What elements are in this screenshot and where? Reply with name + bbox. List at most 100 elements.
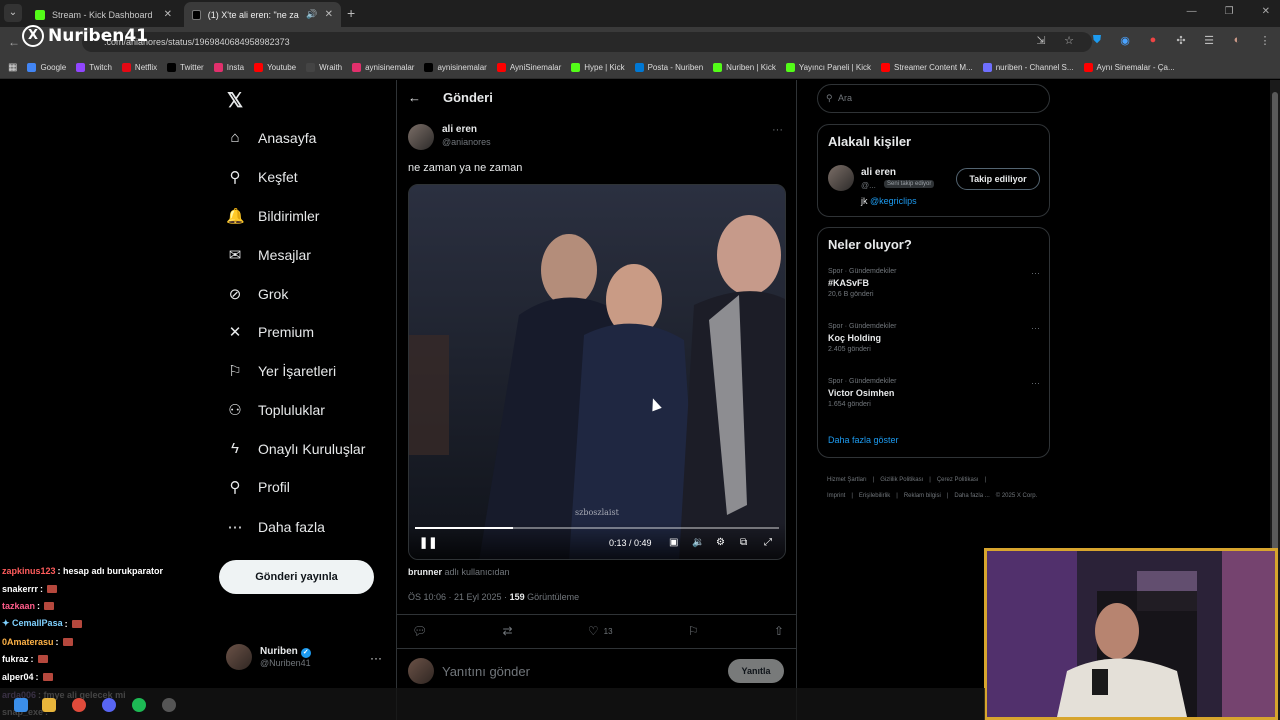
- bookmark-star-icon[interactable]: ☆: [1062, 34, 1076, 47]
- related-handle[interactable]: @...: [861, 181, 876, 190]
- post-button[interactable]: Gönderi yayınla: [219, 560, 374, 594]
- extension-red-icon[interactable]: ●: [1146, 34, 1160, 47]
- close-tab-icon[interactable]: ✕: [164, 9, 172, 20]
- apps-grid-icon[interactable]: ▦: [8, 62, 17, 73]
- bookmark-item[interactable]: Hype | Kick: [571, 63, 625, 72]
- extension-blue-icon[interactable]: ◉: [1118, 34, 1132, 47]
- shield-extension-icon[interactable]: ⛊: [1090, 34, 1104, 47]
- maximize-icon[interactable]: ❐: [1225, 6, 1234, 17]
- following-button[interactable]: Takip ediliyor: [956, 168, 1040, 190]
- bookmark-item[interactable]: Streamer Content M...: [881, 63, 973, 72]
- close-window-icon[interactable]: ✕: [1262, 6, 1270, 17]
- chat-username[interactable]: alper04: [2, 672, 34, 682]
- repost-icon[interactable]: ⇄: [503, 624, 513, 638]
- trend-item[interactable]: Spor · Gündemdekiler Victor Osimhen 1.654 …: [828, 378, 1040, 408]
- bookmark-item[interactable]: Wraith: [306, 63, 342, 72]
- browser-menu-icon[interactable]: ⋮: [1258, 34, 1272, 47]
- trend-item[interactable]: Spor · Gündemdekiler Koç Holding 2.405 gön…: [828, 323, 1040, 353]
- trend-more-icon[interactable]: ···: [1031, 378, 1040, 388]
- nav-item-daha-fazla[interactable]: ⋯ Daha fazla: [226, 518, 325, 536]
- chat-username[interactable]: snakerrr: [2, 584, 38, 594]
- new-tab-button[interactable]: +: [347, 5, 355, 21]
- extensions-puzzle-icon[interactable]: ✣: [1174, 34, 1188, 47]
- reply-button[interactable]: Yanıtla: [728, 659, 784, 683]
- trend-more-icon[interactable]: ···: [1031, 268, 1040, 278]
- video-progress-bar[interactable]: [415, 527, 779, 529]
- fullscreen-icon[interactable]: ⤢: [764, 537, 772, 548]
- profile-avatar-icon[interactable]: ◐: [1230, 34, 1244, 47]
- bookmark-item[interactable]: Twitch: [76, 63, 112, 72]
- discord-icon[interactable]: [102, 698, 116, 712]
- bookmark-item[interactable]: Yayıncı Paneli | Kick: [785, 63, 871, 72]
- trend-item[interactable]: Spor · Gündemdekiler #KASvFB 20,6 B gönder…: [828, 268, 1040, 298]
- bio-link[interactable]: @kegriclips: [870, 196, 917, 206]
- bookmark-item[interactable]: aynisinemalar: [424, 63, 487, 72]
- back-arrow-icon[interactable]: ←: [408, 90, 421, 105]
- bookmark-icon[interactable]: ⚐: [688, 624, 699, 638]
- post-author[interactable]: ali eren @anianores: [408, 124, 491, 150]
- volume-icon[interactable]: 🔉: [692, 537, 704, 548]
- nav-item-yer-i-şaretleri[interactable]: ⚐ Yer İşaretleri: [226, 362, 336, 380]
- nav-item-keşfet[interactable]: ⚲ Keşfet: [226, 168, 298, 186]
- nav-item-grok[interactable]: ⊘ Grok: [226, 285, 289, 303]
- minimize-icon[interactable]: —: [1187, 6, 1197, 17]
- nav-item-mesajlar[interactable]: ✉ Mesajlar: [226, 246, 311, 264]
- bookmark-item[interactable]: Netflix: [121, 63, 157, 72]
- search-input[interactable]: ⚲ Ara: [817, 84, 1050, 113]
- reply-input[interactable]: Yanıtını gönder: [442, 664, 530, 679]
- footer-link[interactable]: Erişilebilirlik: [859, 493, 890, 499]
- bookmark-item[interactable]: Aynı Sinemalar - Ça...: [1083, 63, 1175, 72]
- captions-icon[interactable]: ▣: [669, 537, 678, 548]
- share-icon[interactable]: ⇧: [774, 624, 784, 638]
- spotify-icon[interactable]: [132, 698, 146, 712]
- post-more-icon[interactable]: ···: [772, 124, 783, 136]
- account-more-icon[interactable]: ···: [370, 651, 382, 665]
- back-icon[interactable]: ←: [8, 35, 20, 49]
- bookmark-item[interactable]: Google: [27, 63, 66, 72]
- footer-link[interactable]: Çerez Politikası: [937, 477, 979, 483]
- footer-link[interactable]: Gizlilik Politikası: [880, 477, 923, 483]
- chat-username[interactable]: ✦ CemallPasa: [2, 618, 63, 629]
- avatar[interactable]: [408, 124, 434, 150]
- bookmark-item[interactable]: Insta: [213, 63, 244, 72]
- chrome-icon[interactable]: [72, 698, 86, 712]
- footer-link[interactable]: Reklam bilgisi: [904, 493, 941, 499]
- account-switcher[interactable]: Nuriben ✓ @Nuriben41: [226, 644, 311, 670]
- footer-link[interactable]: © 2025 X Corp.: [996, 493, 1037, 499]
- bookmark-item[interactable]: aynisinemalar: [352, 63, 414, 72]
- avatar[interactable]: [828, 165, 854, 191]
- trend-more-icon[interactable]: ···: [1031, 323, 1040, 333]
- like-button[interactable]: ♡ 13: [588, 624, 613, 638]
- picture-in-picture-icon[interactable]: ⧉: [740, 537, 747, 548]
- file-explorer-icon[interactable]: [42, 698, 56, 712]
- tab-search-menu-icon[interactable]: ⌄: [4, 4, 22, 22]
- footer-link[interactable]: Hizmet Şartları: [827, 477, 867, 483]
- chat-username[interactable]: fukraz: [2, 654, 29, 664]
- nav-item-premium[interactable]: ✕ Premium: [226, 323, 314, 341]
- show-more-link[interactable]: Daha fazla göster: [828, 435, 899, 445]
- windows-start-icon[interactable]: [14, 698, 28, 712]
- post-timestamp[interactable]: ÖS 10:06 · 21 Eyl 2025 ·: [408, 592, 510, 602]
- bookmark-item[interactable]: Posta - Nuriben: [634, 63, 703, 72]
- bookmark-item[interactable]: Nuriben | Kick: [713, 63, 776, 72]
- pause-icon[interactable]: ❚❚: [419, 536, 437, 549]
- bookmark-item[interactable]: AyniSinemalar: [496, 63, 561, 72]
- nav-item-onaylı-kuruluşlar[interactable]: ϟ Onaylı Kuruluşlar: [226, 440, 365, 457]
- chat-username[interactable]: 0Amaterasu: [2, 637, 54, 647]
- bookmark-item[interactable]: nuriben - Channel S...: [982, 63, 1074, 72]
- x-logo-icon[interactable]: 𝕏: [227, 88, 243, 113]
- settings-gear-icon[interactable]: ⚙: [716, 537, 725, 548]
- tab-x-post[interactable]: (1) X'te ali eren: "ne zaman 🔊 ✕: [184, 2, 341, 27]
- attribution-user[interactable]: brunner: [408, 567, 442, 577]
- chat-username[interactable]: zapkinus123: [2, 566, 56, 576]
- related-name[interactable]: ali eren: [861, 167, 896, 178]
- install-app-icon[interactable]: ⇲: [1034, 34, 1048, 47]
- author-handle[interactable]: @anianores: [442, 137, 491, 147]
- bookmark-item[interactable]: Twitter: [167, 63, 204, 72]
- chat-username[interactable]: tazkaan: [2, 601, 35, 611]
- url-field[interactable]: .com/anianores/status/196984068495898237…: [82, 32, 1092, 52]
- media-controls-icon[interactable]: ☰: [1202, 34, 1216, 47]
- nav-item-profil[interactable]: ⚲ Profil: [226, 478, 290, 496]
- footer-link[interactable]: Imprint: [827, 493, 845, 499]
- nav-item-anasayfa[interactable]: ⌂ Anasayfa: [226, 129, 316, 146]
